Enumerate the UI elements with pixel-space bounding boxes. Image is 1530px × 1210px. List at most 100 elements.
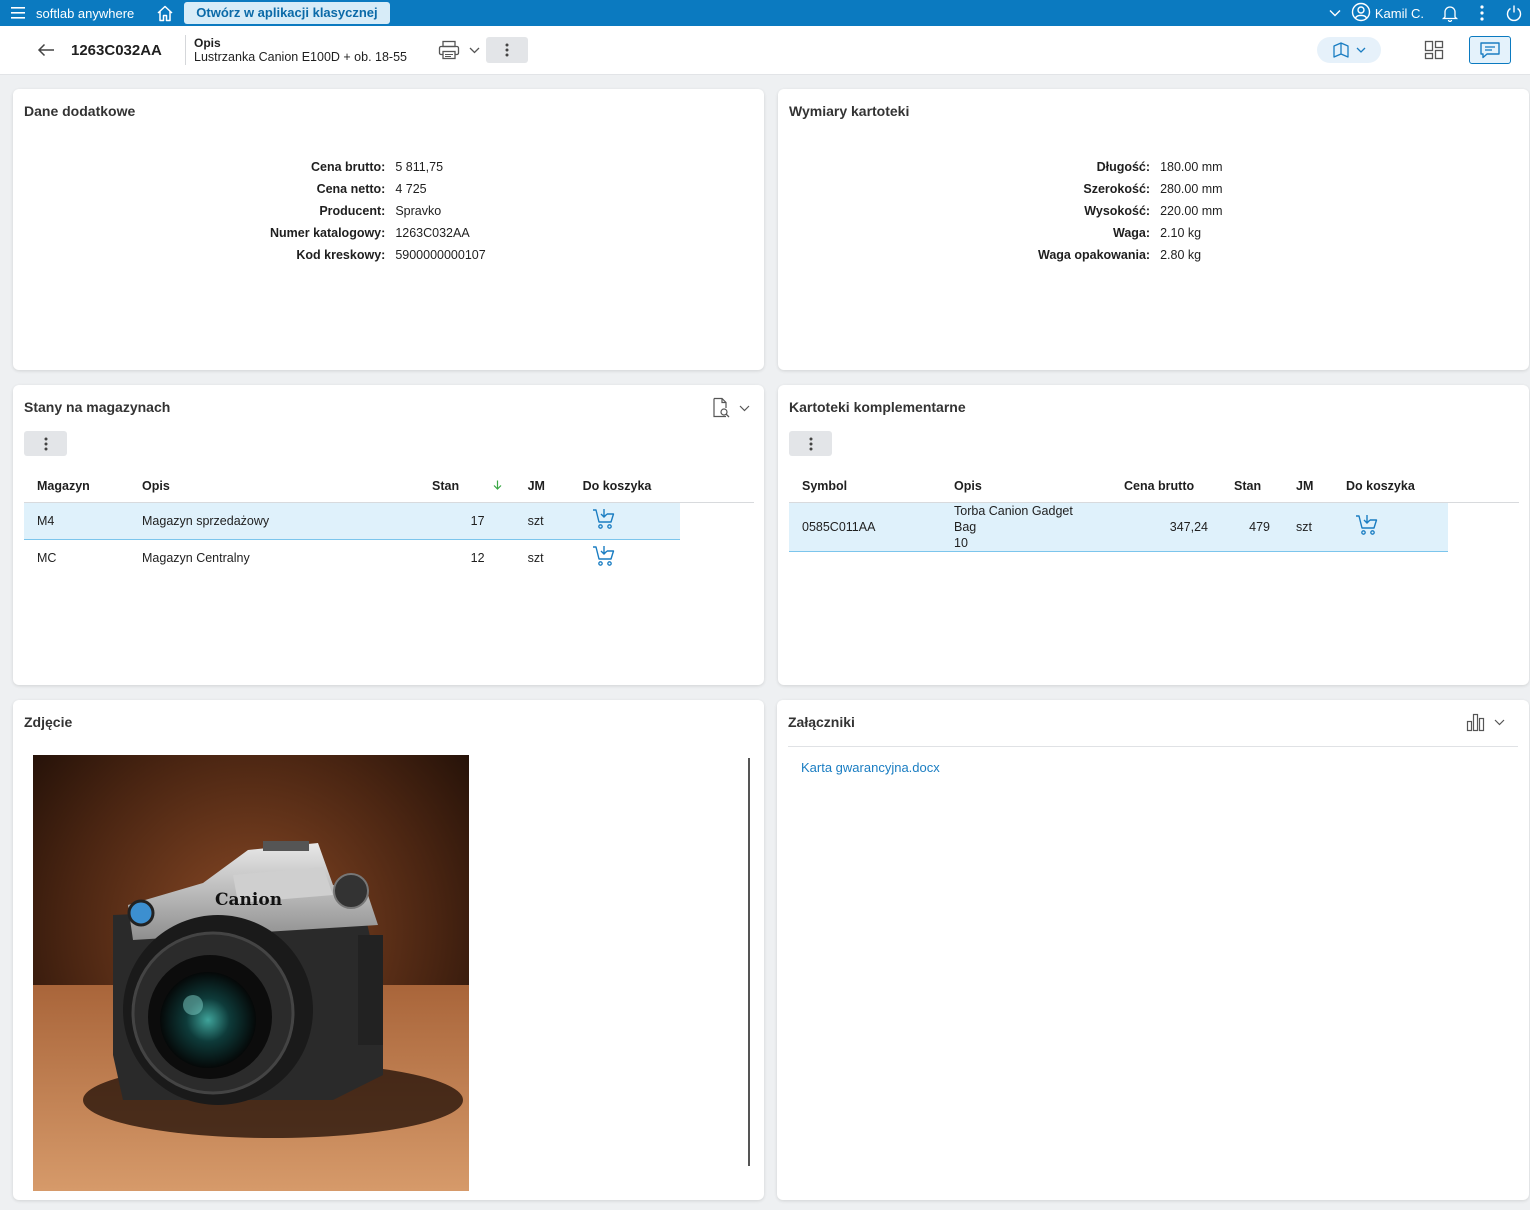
panel-tools xyxy=(1466,712,1505,732)
column-header-spacer xyxy=(679,470,754,503)
field-label: Waga opakowania: xyxy=(1038,248,1151,262)
table-actions-button[interactable] xyxy=(789,431,832,456)
more-vertical-icon xyxy=(809,437,812,450)
additional-data-list: Cena brutto: 5 811,75 Cena netto: 4 725 … xyxy=(270,159,486,263)
dimensions-list: Długość: 180.00 mm Szerokość: 280.00 mm … xyxy=(1038,159,1223,263)
open-classic-app-button[interactable]: Otwórz w aplikacji klasycznej xyxy=(184,2,390,24)
bar-chart-icon[interactable] xyxy=(1466,712,1486,732)
more-vertical-icon xyxy=(505,43,509,57)
panel-title: Wymiary kartoteki xyxy=(789,103,910,119)
book-icon xyxy=(1333,42,1349,58)
table-row[interactable]: M4 Magazyn sprzedażowy 17 szt xyxy=(24,501,754,540)
camera-brand-text: Canion xyxy=(215,890,282,910)
table-row[interactable]: 0585C011AA Torba Canion Gadget Bag 10 34… xyxy=(789,501,1519,552)
cell-do-koszyka xyxy=(569,501,680,540)
field-label: Wysokość: xyxy=(1084,204,1151,218)
power-icon[interactable] xyxy=(1498,0,1530,26)
cell-cena-brutto: 347,24 xyxy=(1111,501,1221,552)
app-name: softlab anywhere xyxy=(36,5,135,21)
user-avatar-icon xyxy=(1351,2,1371,25)
field-label: Waga: xyxy=(1113,226,1151,240)
field-value: 2.10 kg xyxy=(1160,226,1202,240)
cell-spacer xyxy=(679,502,754,539)
warehouse-stock-table: Magazyn Opis Stan JM Do koszyka M4 Magaz… xyxy=(24,470,754,576)
cell-opis-line: Torba Canion Gadget Bag xyxy=(954,503,1073,534)
column-header-opis[interactable]: Opis xyxy=(129,470,419,503)
panel-title: Dane dodatkowe xyxy=(24,103,136,119)
cell-opis: Magazyn sprzedażowy xyxy=(129,501,419,540)
field-value: 5 811,75 xyxy=(395,160,444,174)
top-app-bar: softlab anywhere Otwórz w aplikacji klas… xyxy=(0,0,1530,26)
cell-spacer xyxy=(1448,502,1519,551)
chevron-down-icon[interactable] xyxy=(739,405,750,412)
printer-icon[interactable] xyxy=(434,35,464,65)
field-label: Cena netto: xyxy=(316,182,386,196)
attachments-divider xyxy=(788,746,1518,747)
column-header-stan-label: Stan xyxy=(432,478,460,493)
field-value: 2.80 kg xyxy=(1160,248,1202,262)
cell-stan: 479 xyxy=(1221,501,1283,552)
field-value: 220.00 mm xyxy=(1160,204,1223,218)
document-search-icon[interactable] xyxy=(711,397,731,419)
dimensions-panel: Wymiary kartoteki Długość: 180.00 mm Sze… xyxy=(778,89,1529,370)
field-value: 280.00 mm xyxy=(1160,182,1223,196)
cell-magazyn: M4 xyxy=(24,501,129,540)
comments-button[interactable] xyxy=(1469,36,1511,64)
column-header-symbol[interactable]: Symbol xyxy=(789,470,941,503)
header-divider xyxy=(185,35,186,65)
more-vertical-icon[interactable] xyxy=(1466,0,1498,26)
chevron-down-icon[interactable] xyxy=(1319,0,1351,26)
description-value: Lustrzanka Canion E100D + ob. 18-55 xyxy=(194,50,407,64)
photo-panel: Zdjęcie Canion xyxy=(13,700,764,1200)
cell-stan: 17 xyxy=(419,501,515,540)
table-row[interactable]: MC Magazyn Centralny 12 szt xyxy=(24,539,754,576)
view-mode-switch[interactable] xyxy=(1317,37,1381,63)
cell-opis: Torba Canion Gadget Bag 10 xyxy=(941,501,1111,552)
description-block: Opis Lustrzanka Canion E100D + ob. 18-55 xyxy=(194,36,434,64)
column-header-magazyn[interactable]: Magazyn xyxy=(24,470,129,503)
field-value: 1263C032AA xyxy=(395,226,470,240)
field-label: Długość: xyxy=(1096,160,1151,174)
add-to-cart-icon[interactable] xyxy=(592,507,616,531)
more-vertical-icon xyxy=(44,437,47,450)
column-header-stan[interactable]: Stan xyxy=(419,470,515,503)
additional-data-panel: Dane dodatkowe Cena brutto: 5 811,75 Cen… xyxy=(13,89,764,370)
vertical-scrollbar[interactable] xyxy=(748,758,750,1166)
back-arrow-icon[interactable] xyxy=(29,33,63,67)
column-header-stan[interactable]: Stan xyxy=(1221,470,1283,503)
column-header-jm[interactable]: JM xyxy=(1283,470,1333,503)
table-actions-button[interactable] xyxy=(24,431,67,456)
attachment-link[interactable]: Karta gwarancyjna.docx xyxy=(801,760,940,775)
cell-do-koszyka xyxy=(570,539,680,576)
home-icon[interactable] xyxy=(152,0,178,26)
chevron-down-icon[interactable] xyxy=(1494,719,1505,726)
panel-title: Kartoteki komplementarne xyxy=(789,399,966,415)
field-label: Numer katalogowy: xyxy=(270,226,386,240)
add-to-cart-icon[interactable] xyxy=(592,544,616,568)
table-header-row: Symbol Opis Cena brutto Stan JM Do koszy… xyxy=(789,470,1519,503)
panel-tools xyxy=(711,397,750,419)
add-to-cart-icon[interactable] xyxy=(1355,513,1379,537)
bell-icon[interactable] xyxy=(1434,0,1466,26)
column-header-do-koszyka[interactable]: Do koszyka xyxy=(1333,470,1448,503)
document-code: 1263C032AA xyxy=(71,41,162,59)
chat-icon xyxy=(1480,42,1500,59)
column-header-cena-brutto[interactable]: Cena brutto xyxy=(1111,470,1221,503)
field-label: Kod kreskowy: xyxy=(296,248,386,262)
layout-grid-icon[interactable] xyxy=(1419,35,1449,65)
column-header-jm[interactable]: JM xyxy=(514,470,570,503)
column-header-opis[interactable]: Opis xyxy=(941,470,1111,503)
more-actions-button[interactable] xyxy=(486,37,528,63)
hamburger-menu-icon[interactable] xyxy=(0,0,36,26)
column-header-do-koszyka[interactable]: Do koszyka xyxy=(569,470,680,503)
table-header-row: Magazyn Opis Stan JM Do koszyka xyxy=(24,470,754,503)
cell-jm: szt xyxy=(514,501,570,540)
panel-title: Stany na magazynach xyxy=(24,399,171,415)
field-label: Cena brutto: xyxy=(311,160,386,174)
cell-magazyn: MC xyxy=(37,550,57,565)
print-options-chevron-icon[interactable] xyxy=(464,35,484,65)
cell-jm: szt xyxy=(1283,501,1333,552)
cell-opis: Magazyn Centralny xyxy=(142,550,250,565)
user-menu[interactable]: Kamil C. xyxy=(1351,2,1424,25)
panel-title: Zdjęcie xyxy=(24,714,73,730)
